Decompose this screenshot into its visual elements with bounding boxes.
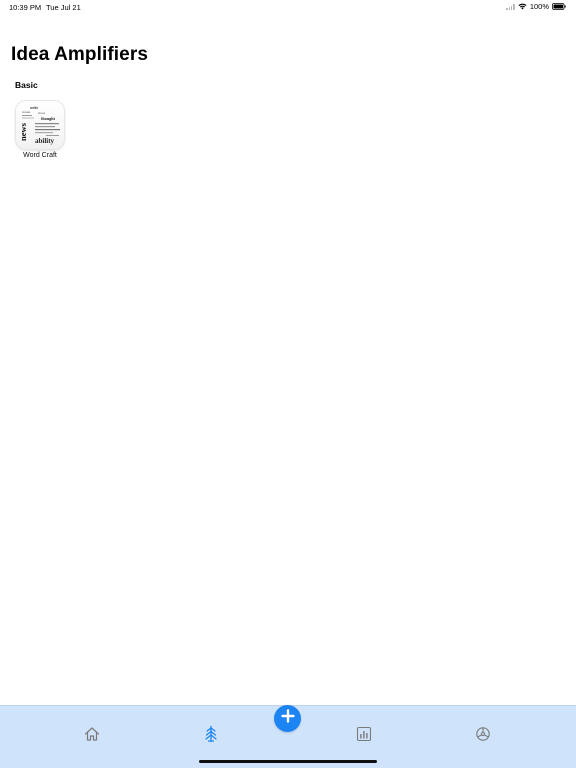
add-icon — [280, 709, 295, 728]
tab-home[interactable] — [82, 726, 102, 746]
home-indicator — [199, 760, 377, 763]
icon-word: create — [22, 110, 31, 114]
page-title: Idea Amplifiers — [11, 44, 149, 65]
wifi-icon — [518, 3, 527, 10]
battery-percent: 100% — [529, 2, 549, 11]
battery-icon — [552, 3, 566, 10]
chart-icon — [356, 726, 372, 747]
add-button[interactable] — [274, 705, 301, 732]
tab-amplifiers[interactable] — [201, 725, 221, 748]
tab-stats[interactable] — [354, 726, 374, 746]
icon-word: write — [29, 106, 38, 110]
status-date: Tue Jul 21 — [46, 3, 81, 12]
cellular-signal-icon — [506, 3, 515, 10]
icon-word: ideas — [38, 111, 46, 115]
app-tile-word-craft[interactable]: write ideas thought create news ability … — [15, 101, 65, 159]
amplifier-icon — [204, 725, 218, 748]
icon-word: thought — [41, 116, 56, 121]
section-header-basic: Basic — [15, 80, 38, 90]
app-label: Word Craft — [23, 152, 57, 159]
icon-word: ability — [35, 137, 55, 145]
status-time: 10:39 PM — [9, 3, 42, 12]
word-cloud-icon: write ideas thought create news ability — [16, 101, 64, 149]
home-icon — [84, 726, 100, 747]
status-bar: 10:39 PM Tue Jul 21 100% — [0, 0, 576, 14]
settings-icon — [475, 726, 491, 747]
tab-settings[interactable] — [473, 726, 493, 746]
icon-word: news — [18, 122, 28, 141]
status-indicators: 100% — [506, 2, 566, 11]
